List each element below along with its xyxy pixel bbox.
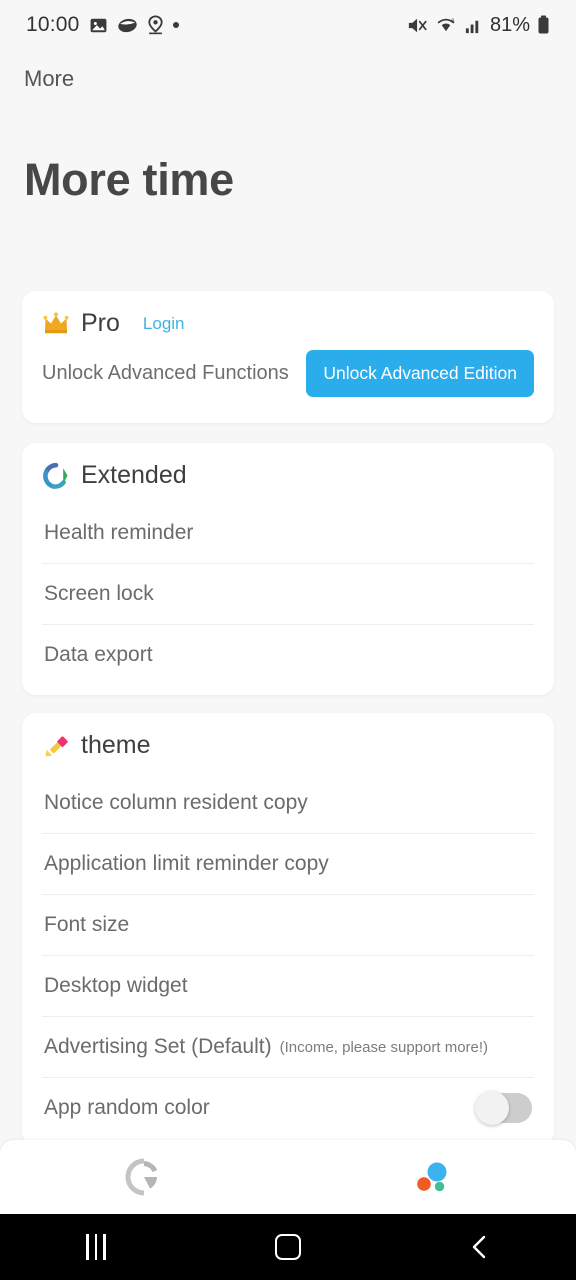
list-item[interactable]: Advertising Set (Default) (Income, pleas…	[42, 1016, 534, 1077]
home-icon	[275, 1234, 301, 1260]
pro-card-title: Pro	[81, 309, 120, 337]
theme-card-rows: Notice column resident copy Application …	[22, 772, 554, 1138]
list-item[interactable]: Desktop widget	[42, 955, 534, 1016]
recents-icon	[86, 1234, 106, 1260]
theme-card: theme Notice column resident copy Applic…	[22, 713, 554, 1145]
row-label: Application limit reminder copy	[44, 852, 329, 875]
status-bar-clock: 10:00	[26, 13, 80, 36]
row-label: Advertising Set (Default)	[44, 1035, 272, 1058]
recents-button[interactable]	[0, 1234, 192, 1260]
recycle-circle-icon	[43, 462, 68, 489]
toggle-knob	[475, 1091, 509, 1125]
eye-shape-icon	[117, 18, 137, 32]
wifi6-icon: 6	[437, 18, 455, 31]
list-item[interactable]: Notice column resident copy	[42, 772, 534, 833]
back-icon	[472, 1235, 486, 1259]
row-label: Notice column resident copy	[44, 790, 308, 814]
page-title-area: More time	[0, 108, 576, 226]
theme-card-header: theme	[22, 713, 554, 760]
color-dots-icon	[417, 1162, 447, 1192]
pro-card-body: Unlock Advanced Functions Unlock Advance…	[22, 338, 554, 397]
theme-card-title: theme	[81, 731, 151, 759]
mute-icon	[408, 18, 427, 32]
theme-card-spacer	[22, 760, 554, 772]
list-item[interactable]: Font size	[42, 894, 534, 955]
segmented-circle-icon	[125, 1158, 158, 1196]
extended-card-spacer	[22, 490, 554, 502]
list-item[interactable]: Data export	[42, 624, 534, 685]
extended-card: Extended Health reminder Screen lock Dat…	[22, 443, 554, 695]
page-title: More time	[24, 154, 234, 205]
toolbar-title: More	[24, 66, 75, 91]
status-bar-right: 6 81%	[407, 14, 550, 37]
row-label: Data export	[44, 643, 153, 666]
back-button[interactable]	[384, 1233, 576, 1261]
unlock-advanced-edition-button[interactable]: Unlock Advanced Edition	[306, 350, 534, 397]
list-item[interactable]: Application limit reminder copy	[42, 833, 534, 894]
signal-bars-icon	[465, 20, 479, 33]
row-label: Desktop widget	[44, 974, 188, 997]
crown-icon	[43, 311, 69, 333]
row-sublabel: (Income, please support more!)	[279, 1038, 489, 1056]
list-item[interactable]: Health reminder	[42, 502, 534, 563]
toolbar: More	[0, 50, 576, 108]
row-label: Health reminder	[44, 520, 194, 544]
login-link[interactable]: Login	[143, 314, 185, 334]
paintbrush-icon	[45, 735, 68, 756]
bottom-nav-item-focus[interactable]	[0, 1157, 288, 1197]
row-label: Font size	[44, 913, 130, 936]
home-button[interactable]	[192, 1234, 384, 1260]
location-pin-icon	[147, 15, 163, 35]
image-icon	[90, 18, 106, 32]
pro-card-description: Unlock Advanced Functions	[42, 362, 289, 385]
pro-card-header: Pro Login	[22, 291, 554, 338]
svg-text:6: 6	[451, 18, 455, 24]
extended-card-header: Extended	[22, 443, 554, 490]
list-item-toggle[interactable]: App random color	[42, 1077, 534, 1138]
row-label: App random color	[44, 1096, 210, 1119]
app-random-color-toggle[interactable]	[475, 1091, 532, 1125]
row-label: Screen lock	[44, 582, 154, 605]
status-bar-left: 10:00	[26, 13, 179, 37]
battery-icon	[538, 15, 549, 34]
extended-card-title: Extended	[81, 461, 187, 489]
extended-card-rows: Health reminder Screen lock Data export	[22, 502, 554, 685]
phone-screen: 10:00 6 81% More More time Pro Login Unl…	[0, 0, 576, 1280]
list-item[interactable]: Screen lock	[42, 563, 534, 624]
android-navigation-bar	[0, 1214, 576, 1280]
battery-percent-label: 81%	[489, 13, 530, 36]
bottom-nav-item-more[interactable]	[288, 1157, 576, 1197]
status-bar: 10:00 6 81%	[0, 0, 576, 50]
bottom-navigation-bar	[0, 1140, 576, 1214]
pro-card[interactable]: Pro Login Unlock Advanced Functions Unlo…	[22, 291, 554, 423]
dot-icon	[172, 22, 179, 28]
